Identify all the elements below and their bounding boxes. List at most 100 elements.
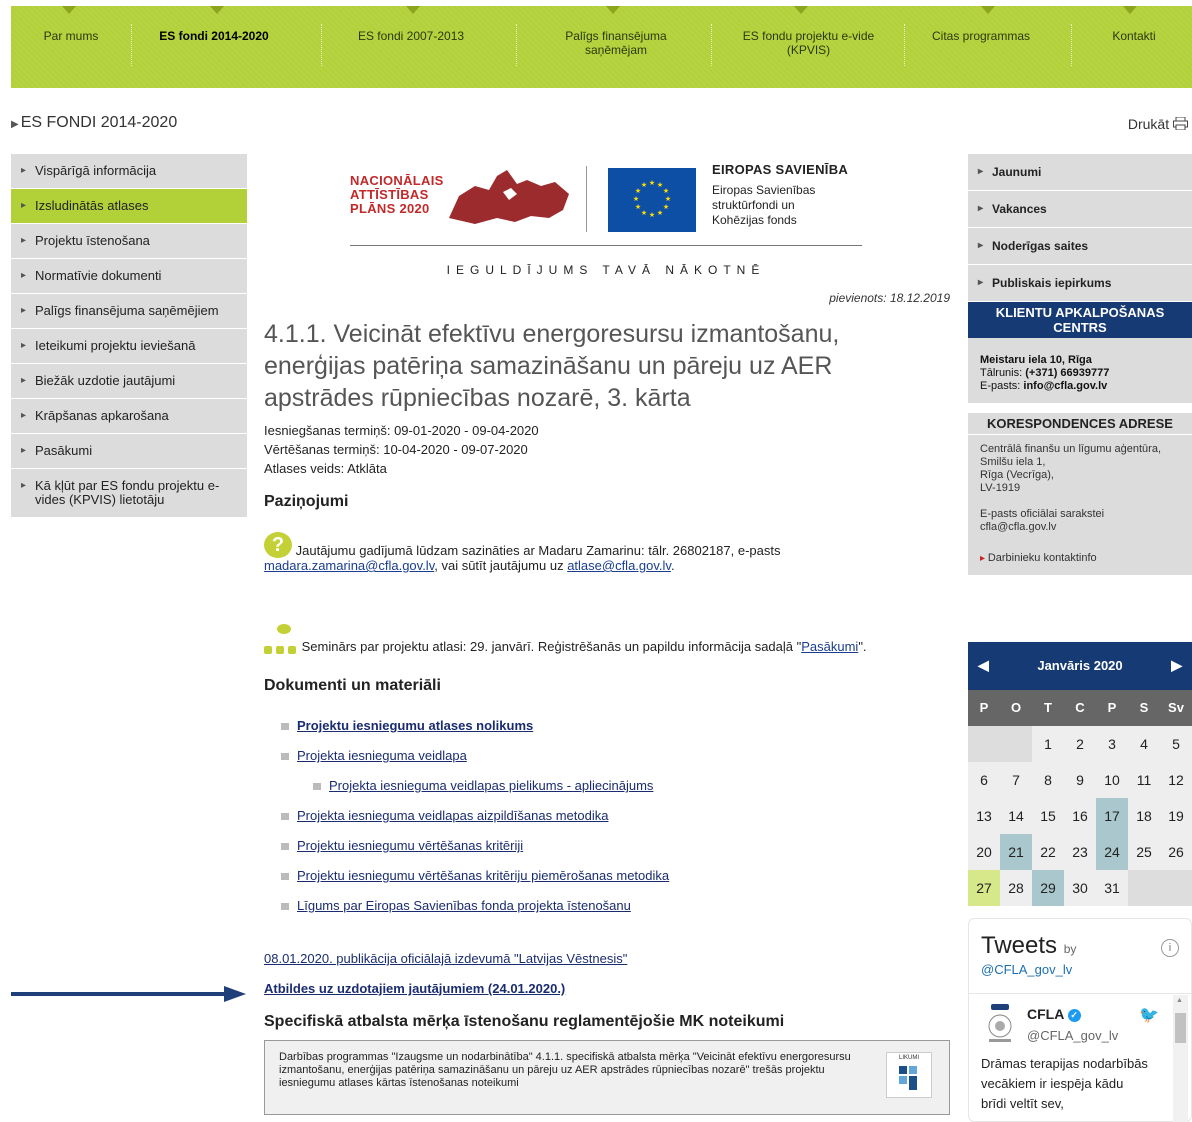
leftnav-item-pasakumi[interactable]: Pasākumi — [11, 434, 247, 469]
rightnav-item-vakances[interactable]: Vakances — [968, 191, 1192, 228]
doc-link-nolikums[interactable]: Projektu iesniegumu atlases nolikums — [297, 718, 533, 733]
nav-marker — [794, 6, 808, 14]
calendar-day: 28 — [1000, 870, 1032, 906]
staff-contacts-link[interactable]: Darbinieku kontaktinfo — [980, 552, 1180, 565]
nav-marker — [62, 6, 76, 14]
tweet-author-name[interactable]: CFLA ✓ — [1027, 1006, 1081, 1022]
logo-slogan: IEGULDĪJUMS TAVĀ NĀKOTNĒ — [446, 263, 766, 277]
leftnav-item-normativie-dokumenti[interactable]: Normatīvie dokumenti — [11, 259, 247, 294]
calendar-grid: P O T C P S Sv 1 2 3 4 5 6 7 8 9 10 11 12 13 14 15 16 17 18 19 20 2… — [968, 690, 1192, 906]
calendar-day: 3 — [1096, 726, 1128, 762]
eu-line: Kohēzijas fonds — [712, 213, 797, 227]
corr-email: cfla@cfla.gov.lv — [980, 521, 1057, 533]
doc-link-metodika[interactable]: Projekta iesnieguma veidlapas aizpildīša… — [297, 808, 608, 823]
calendar-day: 1 — [1032, 726, 1064, 762]
calendar-dow: P — [968, 690, 1000, 726]
publication-item: 08.01.2020. publikācija oficiālajā izdev… — [264, 951, 627, 966]
leftnav-item-projektu-istenosana[interactable]: Projektu īstenošana — [11, 224, 247, 259]
calendar-day: 26 — [1160, 834, 1192, 870]
list-item: Projekta iesnieguma veidlapas aizpildīša… — [280, 808, 608, 823]
email-link-atlase[interactable]: atlase@cfla.gov.lv — [567, 558, 671, 573]
cfla-avatar[interactable] — [983, 1004, 1017, 1044]
calendar-day: 27 — [968, 870, 1000, 906]
top-navigation: Par mums ES fondi 2014-2020 ES fondi 200… — [11, 6, 1192, 88]
leftnav-item-paligs[interactable]: Palīgs finansējuma saņēmējiem — [11, 294, 247, 329]
rightnav-item-publiskais-iepirkums[interactable]: Publiskais iepirkums — [968, 265, 1192, 302]
calendar-day: 20 — [968, 834, 1000, 870]
rightnav-item-noderigas-saites[interactable]: Noderīgas saites — [968, 228, 1192, 265]
tweet-author: CFLA — [1027, 1006, 1064, 1022]
tweet-scrollbar[interactable]: ▲ — [1173, 995, 1188, 1122]
nav-paligs[interactable]: Palīgs finansējuma saņēmējam — [536, 29, 696, 57]
leftnav-item-krapsanas[interactable]: Krāpšanas apkarošana — [11, 399, 247, 434]
client-center-address: Meistaru iela 10, Rīga Tālrunis: (+371) … — [968, 338, 1192, 403]
leftnav-item-izsludinatas-atlases[interactable]: Izsludinātās atlases — [11, 189, 247, 224]
correspondence-address: Centrālā finanšu un līgumu aģentūra, Smi… — [968, 435, 1192, 575]
nav-separator — [904, 24, 905, 66]
calendar-day: 14 — [1000, 798, 1032, 834]
eu-flag-icon: ★ ★★★★★★★★★★★ — [608, 168, 696, 232]
nav-es-fondi-2007-2013[interactable]: ES fondi 2007-2013 — [331, 29, 491, 43]
mk-regulation-box[interactable]: Darbības programmas "Izaugsme un nodarbi… — [264, 1040, 950, 1115]
calendar-day: 22 — [1032, 834, 1064, 870]
svg-text:★: ★ — [649, 211, 655, 219]
calendar-day[interactable]: 29 — [1032, 870, 1064, 906]
doc-link-kriteriji[interactable]: Projektu iesniegumu vērtēšanas kritēriji — [297, 838, 523, 853]
list-item: Līgums par Eiropas Savienības fonda proj… — [281, 898, 631, 913]
calendar-day: 16 — [1064, 798, 1096, 834]
nav-kpvis[interactable]: ES fondu projektu e-vide (KPVIS) — [721, 29, 896, 57]
calendar-day: 15 — [1032, 798, 1064, 834]
calendar-empty-cell — [968, 726, 1000, 762]
doc-link-pielikums[interactable]: Projekta iesnieguma veidlapas pielikums … — [329, 778, 653, 793]
calendar-day[interactable]: 17 — [1096, 798, 1128, 834]
nav-citas-programmas[interactable]: Citas programmas — [911, 29, 1051, 43]
rightnav-item-jaunumi[interactable]: Jaunumi — [968, 154, 1192, 191]
nap-logo-text: NACIONĀLAIS ATTĪSTĪBAS PLĀNS 2020 — [350, 174, 444, 216]
breadcrumb-label: ES FONDI 2014-2020 — [20, 114, 178, 131]
nap-line: PLĀNS 2020 — [350, 201, 430, 216]
svg-text:★: ★ — [663, 187, 669, 195]
nav-separator — [321, 24, 322, 66]
print-label: Drukāt — [1127, 116, 1170, 132]
list-item: Projekta iesnieguma veidlapas pielikums … — [312, 778, 653, 793]
calendar-day[interactable]: 21 — [1000, 834, 1032, 870]
calendar-day[interactable]: 24 — [1096, 834, 1128, 870]
nap-line: NACIONĀLAIS — [350, 173, 444, 188]
leftnav-item-ieteikumi[interactable]: Ieteikumi projektu ieviešanā — [11, 329, 247, 364]
doc-link-ligums[interactable]: Līgums par Eiropas Savienības fonda proj… — [297, 898, 631, 913]
doc-link-kriteriju-metodika[interactable]: Projektu iesniegumu vērtēšanas kritēriju… — [297, 868, 669, 883]
tweet-author-handle[interactable]: @CFLA_gov_lv — [1027, 1028, 1118, 1043]
email-label: E-pasts: — [980, 380, 1024, 392]
likumi-icon[interactable]: LIKUMI — [886, 1052, 932, 1098]
answers-link[interactable]: Atbildes uz uzdotajiem jautājumiem (24.0… — [264, 981, 565, 996]
mk-heading: Specifiskā atbalsta mērķa īstenošanu reg… — [264, 1013, 785, 1030]
event-calendar: ◀ Janvāris 2020 ▶ P O T C P S Sv 1 2 3 4 5 6 7 8 9 10 11 1… — [968, 642, 1192, 906]
phone-label: Tālrunis: — [980, 367, 1026, 379]
calendar-day: 25 — [1128, 834, 1160, 870]
twitter-handle-link[interactable]: @CFLA_gov_lv — [981, 962, 1072, 977]
email-link-madara[interactable]: madara.zamarina@cfla.gov.lv — [264, 558, 434, 573]
twitter-widget: Tweets by @CFLA_gov_lv i CFLA ✓ @CFLA_go… — [968, 918, 1192, 1122]
publication-link[interactable]: 08.01.2020. publikācija oficiālajā izdev… — [264, 951, 627, 966]
mk-regulation-text: Darbības programmas "Izaugsme un nodarbi… — [279, 1051, 851, 1089]
calendar-next-icon[interactable]: ▶ — [1171, 657, 1182, 674]
calendar-dow: Sv — [1160, 690, 1192, 726]
scroll-up-icon[interactable]: ▲ — [1176, 997, 1183, 1004]
nav-par-mums[interactable]: Par mums — [31, 29, 111, 43]
funding-logo: NACIONĀLAIS ATTĪSTĪBAS PLĀNS 2020 ★ ★ ★ ★ ★ ★… — [350, 158, 862, 277]
svg-text:★: ★ — [641, 209, 647, 217]
nav-kontakti[interactable]: Kontakti — [1079, 29, 1189, 43]
twitter-bird-icon[interactable]: 🐦 — [1139, 1005, 1159, 1025]
calendar-day: 13 — [968, 798, 1000, 834]
leftnav-item-biezak-uzdotie[interactable]: Biežāk uzdotie jautājumi — [11, 364, 247, 399]
calendar-month: Janvāris 2020 — [1037, 658, 1123, 673]
call-meta: Iesniegšanas termiņš: 09-01-2020 - 09-04… — [264, 421, 539, 478]
print-button[interactable]: Drukāt — [1128, 116, 1188, 132]
calendar-empty-cell — [1128, 870, 1160, 906]
nav-es-fondi-2014-2020[interactable]: ES fondi 2014-2020 — [139, 29, 289, 43]
leftnav-item-kpvis-lietotajs[interactable]: Kā kļūt par ES fondu projektu e-vides (K… — [11, 469, 247, 518]
pasakumi-link[interactable]: Pasākumi — [801, 639, 858, 654]
doc-link-veidlapa[interactable]: Projekta iesnieguma veidlapa — [297, 748, 467, 763]
leftnav-item-visparija-informacija[interactable]: Vispārīgā informācija — [11, 154, 247, 189]
info-icon[interactable]: i — [1161, 939, 1179, 957]
